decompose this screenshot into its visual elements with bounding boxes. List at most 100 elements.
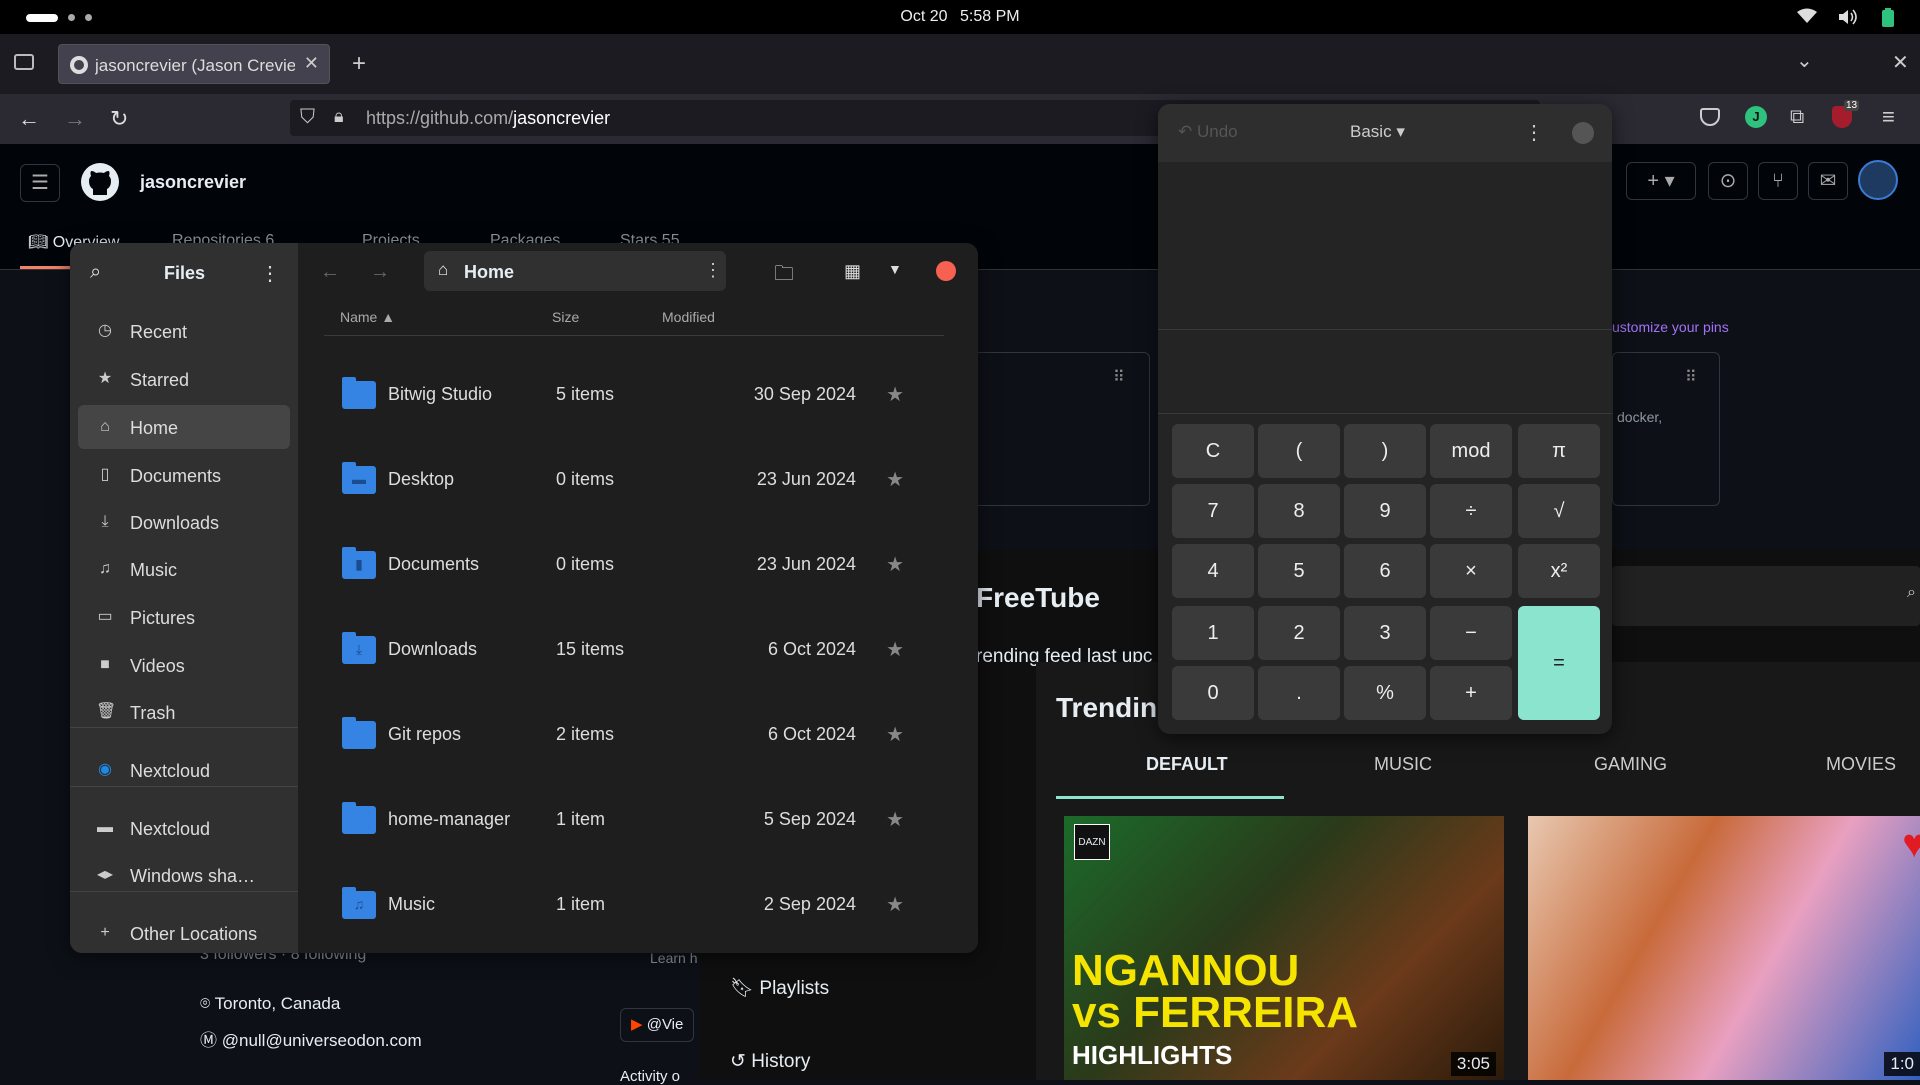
sidebar-item-starred[interactable]: ★ Starred (78, 357, 290, 401)
calc-key[interactable]: + (1430, 666, 1512, 720)
search-folder-icon[interactable]: 🗀︎ (774, 259, 794, 293)
drag-handle-icon[interactable]: ⠿ (1685, 367, 1697, 387)
tab-list-chevron-icon[interactable]: ⌄ (1796, 48, 1813, 73)
sidebar-item-home[interactable]: ⌂ Home (78, 405, 290, 449)
grid-view-icon[interactable]: ▦ (844, 261, 861, 282)
calc-key[interactable]: 9 (1344, 484, 1426, 538)
github-username[interactable]: jasoncrevier (140, 172, 246, 193)
forward-button[interactable]: → (370, 261, 390, 284)
calc-key[interactable]: 2 (1258, 606, 1340, 660)
forward-button[interactable]: → (64, 106, 86, 132)
sidebar-item-videos[interactable]: ■ Videos (78, 643, 290, 687)
freetube-search[interactable]: ⌕ (1612, 566, 1920, 626)
column-header-name[interactable]: Name ▲ (340, 309, 395, 325)
volume-icon[interactable] (1837, 8, 1857, 26)
calculator-close-button[interactable] (1572, 122, 1594, 144)
equals-button[interactable]: = (1518, 606, 1600, 720)
calc-key[interactable]: mod (1430, 424, 1512, 478)
file-row[interactable]: Git repos 2 items 6 Oct 2024 ★ (324, 693, 944, 777)
back-button[interactable]: ← (320, 261, 340, 284)
tab-close-icon[interactable]: ✕ (304, 53, 319, 74)
star-icon[interactable]: ★ (886, 467, 904, 492)
tab-music[interactable]: MUSIC (1374, 754, 1432, 775)
file-row[interactable]: ▬ Desktop 0 items 23 Jun 2024 ★ (324, 438, 944, 522)
tab-movies[interactable]: MOVIES (1826, 754, 1896, 775)
viewer-chip[interactable]: ▶ @Vie (620, 1008, 695, 1042)
wifi-icon[interactable] (1797, 8, 1817, 26)
tab-overview-icon[interactable] (14, 54, 34, 70)
sidebar-item-playlists[interactable]: 🔖︎ Playlists (730, 976, 829, 1000)
star-icon[interactable]: ★ (886, 892, 904, 917)
search-button[interactable]: ⌕ (90, 261, 101, 284)
file-row[interactable]: ♫ Music 1 item 2 Sep 2024 ★ (324, 863, 944, 947)
calc-key[interactable]: % (1344, 666, 1426, 720)
mode-selector[interactable]: Basic ▾ (1350, 122, 1405, 142)
reload-button[interactable]: ↻ (110, 106, 128, 132)
location-menu-icon[interactable]: ⋮ (704, 260, 722, 281)
sidebar-item-documents[interactable]: ▯ Documents (78, 453, 290, 497)
calc-key[interactable]: 7 (1172, 484, 1254, 538)
github-logo-icon[interactable] (80, 162, 120, 202)
calc-key[interactable]: . (1258, 666, 1340, 720)
sidebar-item-pictures[interactable]: ▭ Pictures (78, 595, 290, 639)
calc-key[interactable]: π (1518, 424, 1600, 478)
shield-icon[interactable]: ⛉ (300, 106, 315, 129)
calc-key[interactable]: 1 (1172, 606, 1254, 660)
search-icon[interactable]: ⌕ (1907, 584, 1916, 602)
star-icon[interactable]: ★ (886, 722, 904, 747)
sidebar-menu-icon[interactable]: ⋮ (260, 261, 280, 286)
calc-key[interactable]: 4 (1172, 544, 1254, 598)
issues-icon[interactable]: ⊙ (1708, 162, 1748, 200)
tab-gaming[interactable]: GAMING (1594, 754, 1667, 775)
file-row[interactable]: ⤓ Downloads 15 items 6 Oct 2024 ★ (324, 608, 944, 692)
window-close-icon[interactable]: ✕ (1892, 50, 1909, 75)
undo-button[interactable]: ↶ Undo (1178, 122, 1238, 142)
file-row[interactable]: Bitwig Studio 5 items 30 Sep 2024 ★ (324, 353, 944, 437)
lock-icon[interactable]: 🔒︎ (334, 106, 344, 127)
user-avatar[interactable] (1858, 160, 1898, 200)
calc-key[interactable]: × (1430, 544, 1512, 598)
sidebar-item-music[interactable]: ♫ Music (78, 547, 290, 591)
calc-key[interactable]: ÷ (1430, 484, 1512, 538)
sidebar-item-other-locations[interactable]: + Other Locations (78, 911, 290, 953)
sidebar-item-downloads[interactable]: ⤓ Downloads (78, 500, 290, 544)
calculator-display[interactable] (1158, 162, 1612, 330)
close-button[interactable] (936, 261, 956, 281)
location-bar[interactable]: ⌂ Home ⋮ (424, 251, 726, 291)
calc-key[interactable]: ) (1344, 424, 1426, 478)
pinned-repo-card[interactable]: ⠿ docker, (1612, 352, 1720, 506)
file-row[interactable]: home-manager 1 item 5 Sep 2024 ★ (324, 778, 944, 862)
calc-key[interactable]: − (1430, 606, 1512, 660)
calc-key[interactable]: C (1172, 424, 1254, 478)
calc-key[interactable]: 0 (1172, 666, 1254, 720)
inbox-icon[interactable]: ✉ (1808, 162, 1848, 200)
calc-key[interactable]: √ (1518, 484, 1600, 538)
calc-key[interactable]: ( (1258, 424, 1340, 478)
create-new-button[interactable]: + ▾ (1626, 162, 1696, 200)
video-thumbnail[interactable]: DAZN NGANNOU vs FERREIRA HIGHLIGHTS 3:05 (1064, 816, 1504, 1080)
mastodon-row[interactable]: Ⓜ @null@universeodon.com (200, 1026, 422, 1051)
view-options-chevron-icon[interactable]: ▼ (888, 261, 902, 277)
sidebar-item-recent[interactable]: ◷ Recent (78, 309, 290, 353)
star-icon[interactable]: ★ (886, 552, 904, 577)
tab-default[interactable]: DEFAULT (1146, 754, 1228, 775)
column-header-size[interactable]: Size (552, 309, 579, 325)
file-row[interactable]: ▮ Documents 0 items 23 Jun 2024 ★ (324, 523, 944, 607)
new-tab-button[interactable]: + (352, 50, 366, 78)
calc-key[interactable]: 8 (1258, 484, 1340, 538)
clock[interactable]: Oct 20 5:58 PM (0, 8, 1920, 26)
pocket-icon[interactable] (1700, 108, 1720, 126)
pull-requests-icon[interactable]: ⑂ (1758, 162, 1798, 200)
video-thumbnail[interactable]: ♥ 1:0 (1528, 816, 1920, 1080)
calculator-entry[interactable] (1158, 330, 1612, 414)
extensions-icon[interactable]: ⧉ (1790, 106, 1804, 129)
customize-pins-link[interactable]: ustomize your pins (1612, 319, 1729, 335)
back-button[interactable]: ← (18, 106, 40, 132)
star-icon[interactable]: ★ (886, 807, 904, 832)
battery-icon[interactable] (1878, 8, 1898, 27)
github-menu-button[interactable]: ☰ (20, 164, 60, 202)
calc-key[interactable]: 6 (1344, 544, 1426, 598)
calculator-menu-icon[interactable]: ⋮ (1524, 120, 1544, 145)
url-text[interactable]: https://github.com/jasoncrevier (366, 108, 610, 129)
drag-handle-icon[interactable]: ⠿ (1113, 367, 1125, 387)
